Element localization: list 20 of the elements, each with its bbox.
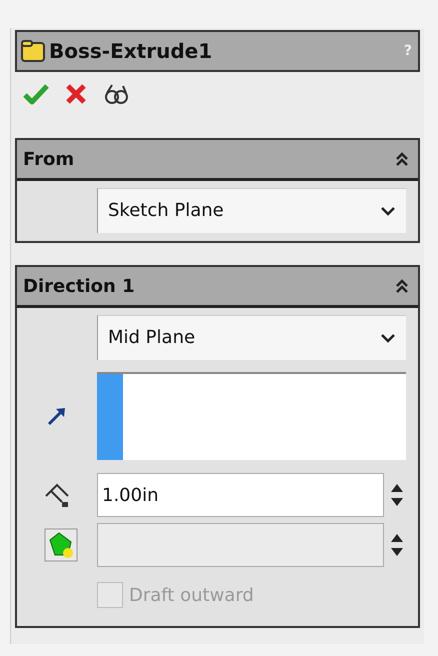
group-header[interactable]: From (17, 140, 418, 181)
dropdown[interactable]: Mid Plane (97, 314, 406, 360)
number-field[interactable]: 1.00in (97, 473, 384, 517)
group-title: From (23, 148, 74, 170)
preview-icon[interactable] (103, 82, 131, 106)
window-title: Boss-Extrude1 (49, 39, 214, 63)
selection-box[interactable] (97, 372, 406, 460)
collapse-icon[interactable] (394, 278, 410, 294)
ok-icon[interactable] (23, 83, 49, 105)
group-header[interactable]: Direction 1 (17, 267, 418, 308)
chevron-down-icon (380, 332, 396, 342)
draft-toggle-icon[interactable] (44, 528, 78, 562)
chevron-down-icon (380, 206, 396, 216)
dropdown[interactable]: Sketch Plane (97, 188, 406, 232)
folder-icon (21, 40, 45, 62)
group-title: Direction 1 (23, 276, 135, 296)
cancel-icon[interactable] (65, 83, 87, 105)
checkbox-label: Draft outward (129, 584, 254, 606)
arrow-icon[interactable] (46, 405, 68, 427)
collapse-icon[interactable] (394, 151, 410, 167)
